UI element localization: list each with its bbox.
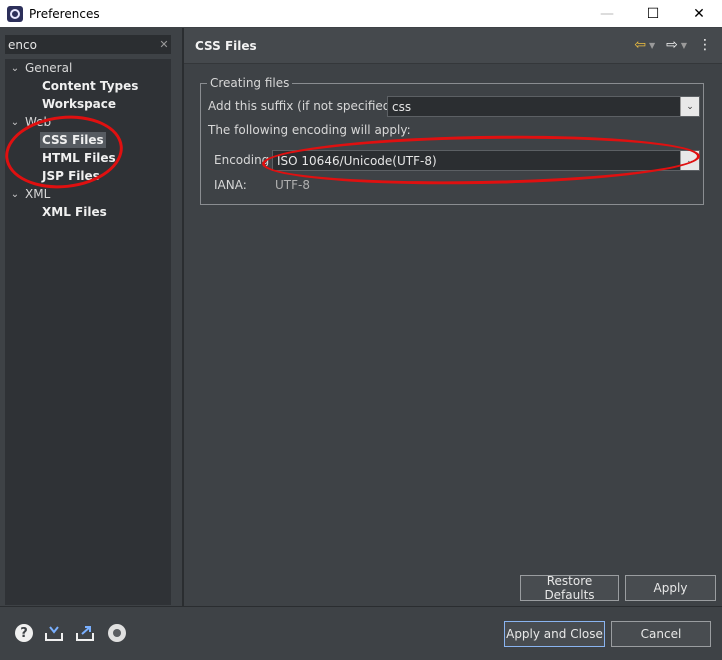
- chevron-down-icon[interactable]: ⌄: [680, 97, 699, 116]
- help-button[interactable]: ?: [14, 623, 34, 643]
- dialog-button-bar: ? Apply and Close Cancel: [0, 606, 722, 660]
- tree-item-label: Web: [25, 115, 52, 129]
- export-button[interactable]: [75, 623, 95, 643]
- iana-value: UTF-8: [275, 178, 310, 192]
- tree-item-label: Content Types: [42, 79, 139, 93]
- tree-item-label: HTML Files: [42, 151, 116, 165]
- expand-chevron-icon[interactable]: ⌄: [9, 63, 21, 74]
- maximize-button[interactable]: ☐: [630, 0, 676, 27]
- cancel-button[interactable]: Cancel: [611, 621, 711, 647]
- minimize-button[interactable]: —: [584, 0, 630, 27]
- expand-chevron-icon[interactable]: ⌄: [9, 189, 21, 200]
- back-history-dropdown-icon[interactable]: ▼: [649, 41, 655, 50]
- group-legend: Creating files: [207, 76, 293, 90]
- forward-arrow-icon[interactable]: ⇨: [666, 37, 678, 53]
- apply-and-close-button[interactable]: Apply and Close: [504, 621, 605, 647]
- page-navigation: ⇦ ▼ ⇨ ▼ ⋮: [634, 37, 712, 53]
- preference-navigation-pane: ✕ ⌄ General Content Types Workspace ⌄ We…: [0, 28, 182, 606]
- encoding-info-label: The following encoding will apply:: [208, 123, 411, 137]
- page-title: CSS Files: [195, 39, 257, 53]
- view-menu-icon[interactable]: ⋮: [698, 37, 712, 53]
- suffix-value: css: [392, 99, 412, 114]
- clear-filter-icon[interactable]: ✕: [158, 38, 170, 51]
- record-icon: [108, 624, 126, 642]
- creating-files-group: Creating files Add this suffix (if not s…: [200, 76, 704, 205]
- window-title-bar: Preferences — ☐ ✕: [0, 0, 722, 27]
- tree-item-css-files[interactable]: CSS Files: [40, 131, 106, 149]
- chevron-down-icon[interactable]: ⌄: [680, 151, 699, 170]
- tree-item-web[interactable]: ⌄ Web: [9, 113, 51, 131]
- preference-tree: ⌄ General Content Types Workspace ⌄ Web …: [5, 59, 171, 605]
- iana-label: IANA:: [214, 178, 247, 192]
- tree-item-label: Workspace: [42, 97, 117, 111]
- encoding-label: Encoding: [214, 153, 270, 167]
- tree-item-label: XML: [25, 187, 51, 201]
- encoding-combo[interactable]: ISO 10646/Unicode(UTF-8) ⌄: [272, 150, 700, 171]
- tree-item-label: JSP Files: [42, 169, 100, 183]
- forward-history-dropdown-icon[interactable]: ▼: [681, 41, 687, 50]
- export-icon: [76, 626, 94, 641]
- help-icon: ?: [15, 624, 33, 642]
- record-button[interactable]: [107, 623, 127, 643]
- tree-item-label: XML Files: [42, 205, 107, 219]
- import-icon: [45, 626, 63, 641]
- tree-item-label: CSS Files: [40, 132, 106, 148]
- expand-chevron-icon[interactable]: ⌄: [9, 117, 21, 128]
- page-header: CSS Files ⇦ ▼ ⇨ ▼ ⋮: [184, 28, 722, 64]
- window-title: Preferences: [29, 6, 100, 21]
- suffix-label: Add this suffix (if not specified):: [208, 99, 400, 113]
- eclipse-app-icon: [7, 5, 23, 22]
- tree-item-html-files[interactable]: HTML Files: [42, 149, 116, 167]
- tree-item-workspace[interactable]: Workspace: [42, 95, 116, 113]
- suffix-combo[interactable]: css ⌄: [387, 96, 700, 117]
- tree-item-general[interactable]: ⌄ General: [9, 59, 73, 77]
- tree-item-xml[interactable]: ⌄ XML: [9, 185, 50, 203]
- back-arrow-icon[interactable]: ⇦: [634, 37, 646, 53]
- preference-page: CSS Files ⇦ ▼ ⇨ ▼ ⋮ Creating files Add t…: [184, 28, 722, 606]
- window-controls: — ☐ ✕: [584, 0, 722, 27]
- filter-input[interactable]: [6, 36, 158, 53]
- encoding-value: ISO 10646/Unicode(UTF-8): [277, 153, 437, 168]
- tree-item-label: General: [25, 61, 73, 75]
- tree-item-content-types[interactable]: Content Types: [42, 77, 138, 95]
- tree-item-xml-files[interactable]: XML Files: [42, 203, 107, 221]
- tree-item-jsp-files[interactable]: JSP Files: [42, 167, 100, 185]
- filter-box: ✕: [5, 35, 171, 54]
- restore-defaults-button[interactable]: Restore Defaults: [520, 574, 619, 602]
- close-window-button[interactable]: ✕: [676, 0, 722, 27]
- import-button[interactable]: [44, 623, 64, 643]
- apply-button[interactable]: Apply: [625, 575, 716, 601]
